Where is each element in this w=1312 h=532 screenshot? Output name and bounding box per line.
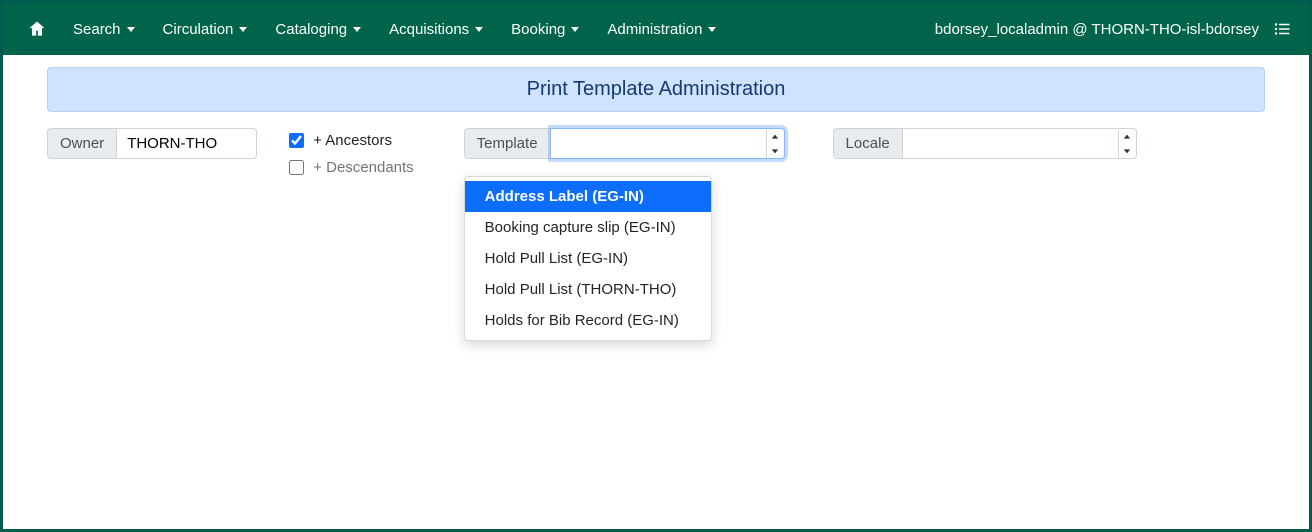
caret-down-icon bbox=[475, 27, 483, 32]
template-label: Template bbox=[464, 128, 551, 159]
nav-circulation[interactable]: Circulation bbox=[149, 3, 262, 55]
caret-down-icon bbox=[239, 27, 247, 32]
locale-combobox[interactable] bbox=[903, 128, 1137, 159]
page-title: Print Template Administration bbox=[47, 67, 1265, 112]
nav-label: Cataloging bbox=[275, 21, 347, 38]
owner-scope-checks: + Ancestors + Descendants bbox=[285, 128, 413, 178]
top-navbar: Search Circulation Cataloging Acquisitio… bbox=[3, 3, 1309, 55]
locale-input[interactable] bbox=[903, 129, 1118, 158]
template-option[interactable]: Address Label (EG-IN) bbox=[465, 181, 711, 212]
stepper-up-button[interactable] bbox=[1119, 130, 1136, 144]
descendants-checkbox[interactable] bbox=[289, 160, 304, 175]
home-button[interactable] bbox=[15, 3, 59, 55]
combo-stepper bbox=[1118, 130, 1136, 158]
template-dropdown: Address Label (EG-IN) Booking capture sl… bbox=[464, 176, 712, 341]
list-menu-button[interactable] bbox=[1273, 20, 1291, 38]
caret-down-icon bbox=[571, 27, 579, 32]
owner-label: Owner bbox=[47, 128, 117, 159]
template-option[interactable]: Hold Pull List (EG-IN) bbox=[465, 243, 711, 274]
descendants-label: + Descendants bbox=[313, 159, 413, 176]
stepper-down-button[interactable] bbox=[1119, 144, 1136, 158]
combo-stepper bbox=[766, 130, 784, 158]
ancestors-label: + Ancestors bbox=[313, 132, 392, 149]
template-combobox[interactable] bbox=[551, 128, 785, 159]
nav-acquisitions[interactable]: Acquisitions bbox=[375, 3, 497, 55]
owner-group: Owner THORN-THO bbox=[47, 128, 257, 159]
locale-label: Locale bbox=[833, 128, 903, 159]
template-input[interactable] bbox=[551, 129, 766, 158]
nav-label: Booking bbox=[511, 21, 565, 38]
caret-down-icon bbox=[127, 27, 135, 32]
template-option[interactable]: Hold Pull List (THORN-THO) bbox=[465, 274, 711, 305]
nav-label: Administration bbox=[607, 21, 702, 38]
template-option[interactable]: Booking capture slip (EG-IN) bbox=[465, 212, 711, 243]
stepper-down-button[interactable] bbox=[767, 144, 784, 158]
owner-input[interactable]: THORN-THO bbox=[117, 128, 257, 159]
user-session-label: bdorsey_localadmin @ THORN-THO-isl-bdors… bbox=[935, 21, 1259, 38]
locale-group: Locale bbox=[833, 128, 1137, 159]
caret-down-icon bbox=[353, 27, 361, 32]
nav-cataloging[interactable]: Cataloging bbox=[261, 3, 375, 55]
home-icon bbox=[27, 19, 47, 39]
owner-value: THORN-THO bbox=[127, 135, 217, 152]
descendants-checkbox-row[interactable]: + Descendants bbox=[285, 157, 413, 178]
nav-booking[interactable]: Booking bbox=[497, 3, 593, 55]
template-option[interactable]: Holds for Bib Record (EG-IN) bbox=[465, 305, 711, 336]
nav-administration[interactable]: Administration bbox=[593, 3, 730, 55]
stepper-up-button[interactable] bbox=[767, 130, 784, 144]
nav-label: Acquisitions bbox=[389, 21, 469, 38]
ancestors-checkbox-row[interactable]: + Ancestors bbox=[285, 130, 413, 151]
ancestors-checkbox[interactable] bbox=[289, 133, 304, 148]
caret-down-icon bbox=[708, 27, 716, 32]
nav-search[interactable]: Search bbox=[59, 3, 149, 55]
template-group: Template Address Label (EG-IN) Booking c… bbox=[464, 128, 785, 159]
nav-label: Search bbox=[73, 21, 121, 38]
nav-label: Circulation bbox=[163, 21, 234, 38]
